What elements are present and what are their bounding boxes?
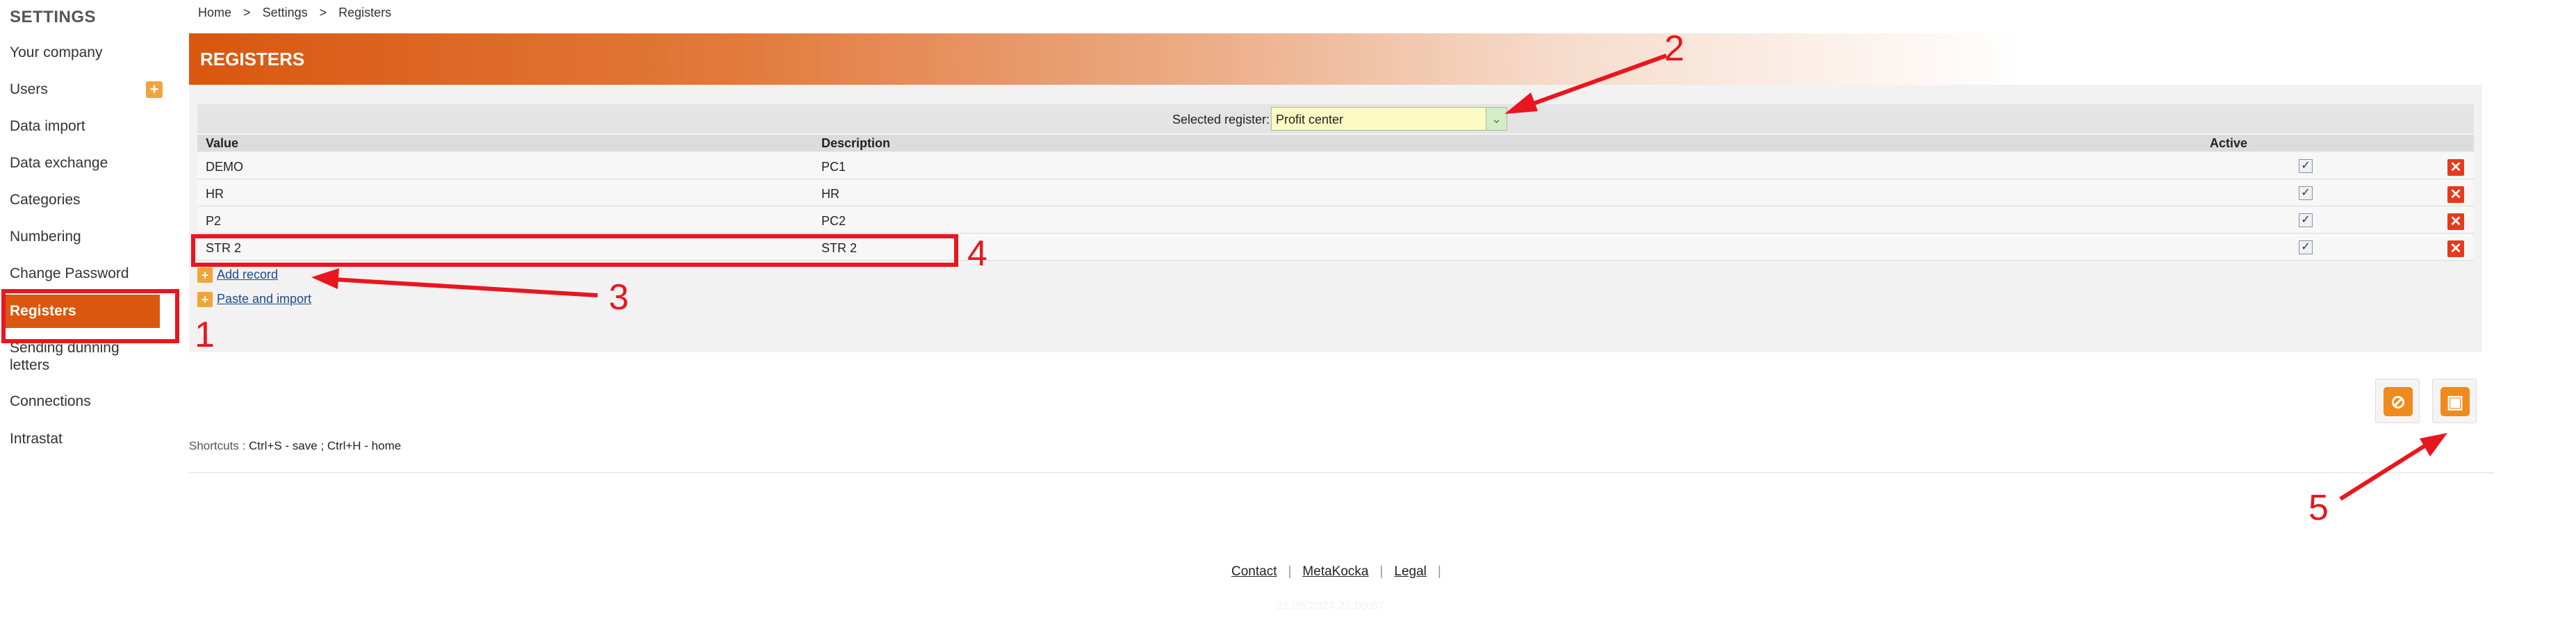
table-row: HR HR ✓ ✕ (197, 180, 2474, 206)
cell-value[interactable]: HR (206, 187, 224, 202)
add-user-icon[interactable]: + (146, 81, 163, 98)
footer: Contact | MetaKocka | Legal | (1231, 564, 1452, 580)
selected-register-label: Selected register: (1172, 113, 1270, 126)
annotation-number-4: 4 (967, 233, 987, 274)
annotation-box-row (191, 234, 958, 267)
sidebar-item-categories[interactable]: Categories (10, 192, 81, 208)
cancel-button[interactable]: ⊘ (2375, 379, 2420, 423)
footer-separator: | (1437, 564, 1441, 579)
annotation-number-3: 3 (609, 277, 629, 318)
footer-separator: | (1288, 564, 1292, 579)
paste-and-import-label[interactable]: Paste and import (217, 292, 311, 306)
sidebar-item-connections[interactable]: Connections (10, 393, 91, 410)
breadcrumb-separator: > (319, 6, 327, 19)
sidebar-item-intrastat[interactable]: Intrastat (10, 431, 63, 448)
cell-value[interactable]: P2 (206, 214, 221, 229)
cell-description[interactable]: HR (821, 187, 839, 202)
breadcrumb-current: Registers (338, 6, 392, 19)
sidebar-item-numbering[interactable]: Numbering (10, 229, 81, 245)
page-title: REGISTERS (200, 49, 305, 69)
plus-icon: + (197, 292, 213, 308)
annotation-arrow-5 (2339, 433, 2447, 501)
cancel-icon: ⊘ (2384, 387, 2413, 416)
cell-description[interactable]: PC2 (821, 214, 846, 229)
sidebar-item-data-import[interactable]: Data import (10, 118, 85, 135)
footer-link-contact[interactable]: Contact (1231, 564, 1277, 579)
table-header: Value Description Active (197, 135, 2474, 151)
chevron-down-icon[interactable]: ⌄ (1486, 108, 1507, 130)
delete-icon[interactable]: ✕ (2447, 159, 2464, 176)
annotation-box-registers (1, 289, 179, 343)
add-record-link[interactable]: + Add record (197, 268, 278, 284)
annotation-number-1: 1 (195, 315, 215, 355)
shortcuts-label: Shortcuts : (189, 439, 246, 452)
breadcrumb-separator: > (243, 6, 251, 19)
breadcrumb-settings[interactable]: Settings (263, 6, 308, 19)
delete-icon[interactable]: ✕ (2447, 240, 2464, 257)
registers-panel: Selected register: Profit center ⌄ Value… (189, 85, 2482, 352)
paste-and-import-link[interactable]: + Paste and import (197, 292, 311, 308)
shortcut-save: Ctrl+S - save ; (249, 439, 325, 452)
delete-icon[interactable]: ✕ (2447, 186, 2464, 203)
active-checkbox[interactable]: ✓ (2299, 213, 2313, 227)
active-checkbox[interactable]: ✓ (2299, 159, 2313, 173)
column-header-active: Active (2210, 136, 2248, 150)
breadcrumb: Home > Settings > Registers (198, 6, 400, 20)
sidebar-item-change-password[interactable]: Change Password (10, 265, 129, 282)
timestamp: 31.05.2024 22:00:07 (1276, 599, 1384, 612)
table-row: P2 PC2 ✓ ✕ (197, 207, 2474, 233)
shortcuts-hint: Shortcuts : Ctrl+S - save ; Ctrl+H - hom… (189, 439, 401, 453)
save-button[interactable]: ▣ (2432, 379, 2477, 423)
register-select[interactable]: Profit center ⌄ (1271, 107, 1507, 131)
footer-separator: | (1379, 564, 1384, 579)
breadcrumb-home[interactable]: Home (198, 6, 231, 19)
sidebar-item-data-exchange[interactable]: Data exchange (10, 155, 108, 172)
register-selector-bar: Selected register: Profit center ⌄ (197, 104, 2474, 133)
save-icon: ▣ (2440, 387, 2470, 416)
table-row: DEMO PC1 ✓ ✕ (197, 153, 2474, 179)
sidebar-title: SETTINGS (10, 8, 97, 26)
plus-icon: + (197, 268, 213, 284)
cell-value[interactable]: DEMO (206, 160, 243, 174)
sidebar-item-sending-dunning-letters[interactable]: Sending dunning letters (10, 339, 149, 374)
annotation-number-2: 2 (1664, 28, 1684, 69)
footer-link-metakocka[interactable]: MetaKocka (1302, 564, 1368, 579)
register-select-value: Profit center (1276, 113, 1344, 126)
footer-link-legal[interactable]: Legal (1394, 564, 1427, 579)
cell-description[interactable]: PC1 (821, 160, 846, 174)
sidebar-item-your-company[interactable]: Your company (10, 44, 102, 61)
column-header-value: Value (206, 136, 239, 150)
delete-icon[interactable]: ✕ (2447, 213, 2464, 230)
add-record-label[interactable]: Add record (217, 268, 278, 281)
annotation-number-5: 5 (2308, 488, 2329, 528)
active-checkbox[interactable]: ✓ (2299, 240, 2313, 254)
active-checkbox[interactable]: ✓ (2299, 186, 2313, 200)
sidebar-item-users[interactable]: Users (10, 81, 48, 98)
page-header-banner: REGISTERS (189, 33, 2022, 85)
column-header-description: Description (821, 136, 891, 150)
shortcut-home: Ctrl+H - home (327, 439, 402, 452)
